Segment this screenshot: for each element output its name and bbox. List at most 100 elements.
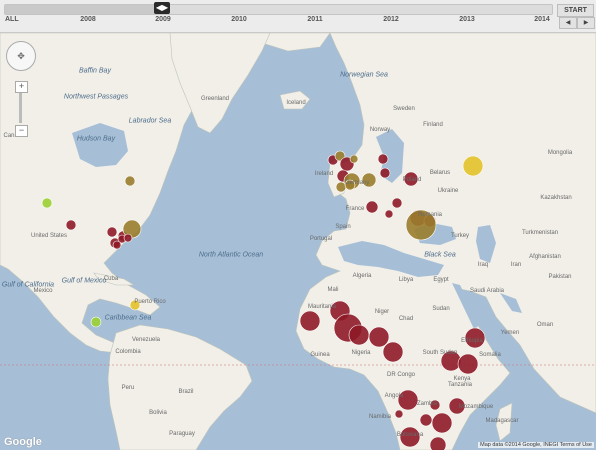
map-label: Paraguay xyxy=(169,431,195,437)
map-label: Finland xyxy=(423,122,443,128)
location-bubble[interactable] xyxy=(394,409,404,419)
location-bubble[interactable] xyxy=(349,154,359,164)
map-label: Sweden xyxy=(393,106,415,112)
map-label: Pakistan xyxy=(548,274,572,280)
map-label: Mongolia xyxy=(547,150,573,156)
timeline-slider-handle[interactable]: ◀▶ xyxy=(154,2,170,14)
year-2014-label[interactable]: 2014 xyxy=(534,16,550,23)
map-label: Gulf of California xyxy=(1,281,55,289)
location-bubble[interactable] xyxy=(299,310,321,332)
google-logo: Google xyxy=(4,436,42,448)
map-label: Somalia xyxy=(479,352,501,358)
location-bubble[interactable] xyxy=(457,353,479,375)
map-label: Germany xyxy=(344,180,370,186)
map-label: Greenland xyxy=(200,96,230,102)
map-label: Oman xyxy=(536,322,554,328)
map-label: Mali xyxy=(327,287,339,293)
map-label: Iran xyxy=(510,262,522,268)
location-bubble[interactable] xyxy=(65,219,77,231)
zoom-in-button[interactable]: + xyxy=(15,81,28,93)
map-attribution: Map data ©2014 Google, INEGI Terms of Us… xyxy=(478,442,594,448)
map-label: Brazil xyxy=(178,389,194,395)
map-label: Poland xyxy=(402,177,422,183)
map-label: Black Sea xyxy=(424,251,456,259)
map-label: Spain xyxy=(335,224,351,230)
location-bubble[interactable] xyxy=(391,197,403,209)
map-label: Labrador Sea xyxy=(128,117,172,125)
location-bubble[interactable] xyxy=(419,413,433,427)
map-label: Guinea xyxy=(310,352,330,358)
map-label: Peru xyxy=(121,385,135,391)
location-bubble[interactable] xyxy=(431,412,453,434)
map-label: Kazakhstan xyxy=(540,195,572,201)
location-bubble[interactable] xyxy=(124,175,136,187)
map-label: Egypt xyxy=(433,277,449,283)
map-label: Saudi Arabia xyxy=(469,288,505,294)
location-bubble[interactable] xyxy=(90,316,102,328)
map-label: Namibia xyxy=(368,414,392,420)
location-bubble[interactable] xyxy=(123,233,133,243)
year-2011-label[interactable]: 2011 xyxy=(307,16,322,23)
map-label: Ireland xyxy=(314,171,334,177)
map-label: Venezuela xyxy=(131,337,161,343)
map-label: Libya xyxy=(398,277,414,283)
timeline-bar: ◀▶ ALL 2008 2009 2010 2011 2012 2013 201… xyxy=(0,0,596,33)
location-bubble[interactable] xyxy=(377,153,389,165)
map-label: Algeria xyxy=(352,273,372,279)
map-label: Hudson Bay xyxy=(76,135,116,143)
location-bubble[interactable] xyxy=(382,341,404,363)
north-america-landmass xyxy=(0,33,331,354)
map-label: Angola xyxy=(384,393,404,399)
pan-control[interactable]: ✥ xyxy=(6,41,36,71)
map-label: Mozambique xyxy=(458,404,494,410)
map-label: Mexico xyxy=(33,288,53,294)
map-label: Madagascar xyxy=(485,418,519,424)
year-2008-label[interactable]: 2008 xyxy=(80,16,96,23)
previous-button[interactable]: ◀ xyxy=(559,17,577,29)
map-label: Zambia xyxy=(416,401,438,407)
map-label: Turkmenistan xyxy=(521,230,559,236)
map-label: Sudan xyxy=(432,306,450,312)
start-button[interactable]: START xyxy=(557,4,594,17)
location-bubble[interactable] xyxy=(348,324,370,346)
map-label: Northwest Passages xyxy=(63,93,129,101)
location-bubble[interactable] xyxy=(106,226,118,238)
map-label: Caribbean Sea xyxy=(104,314,152,322)
map-label: Norwegian Sea xyxy=(340,71,388,79)
map-label: Puerto Rico xyxy=(134,299,166,305)
year-2013-label[interactable]: 2013 xyxy=(459,16,475,23)
map-label: Norway xyxy=(369,127,391,133)
map-label: Belarus xyxy=(429,170,451,176)
location-bubble[interactable] xyxy=(112,240,122,250)
location-bubble[interactable] xyxy=(384,209,394,219)
world-map[interactable]: Greenland Iceland Norwegian Sea Norway Swede… xyxy=(0,33,596,450)
map-label: DR Congo xyxy=(386,372,416,378)
year-2012-label[interactable]: 2012 xyxy=(383,16,399,23)
map-label: Mauritania xyxy=(307,304,337,310)
map-label: Colombia xyxy=(115,349,141,355)
map-label: Afghanistan xyxy=(529,254,561,260)
year-2009-label[interactable]: 2009 xyxy=(155,16,171,23)
timeline-slider[interactable] xyxy=(4,4,553,15)
zoom-out-button[interactable]: − xyxy=(15,125,28,137)
timeline-slider-fill xyxy=(5,5,155,14)
map-label: North Atlantic Ocean xyxy=(198,251,264,259)
location-bubble[interactable] xyxy=(379,167,391,179)
location-bubble[interactable] xyxy=(429,436,447,450)
location-bubble[interactable] xyxy=(462,155,484,177)
map-label: Romania xyxy=(417,212,443,218)
all-years-button[interactable]: ALL xyxy=(5,16,19,23)
location-bubble[interactable] xyxy=(368,326,390,348)
map-label: Yemen xyxy=(500,330,520,336)
map-label: Nigeria xyxy=(351,350,371,356)
zoom-slider[interactable] xyxy=(19,93,22,123)
location-bubble[interactable] xyxy=(41,197,53,209)
year-2010-label[interactable]: 2010 xyxy=(231,16,247,23)
next-button[interactable]: ▶ xyxy=(577,17,595,29)
map-label: United States xyxy=(30,233,68,239)
map-label: Iceland xyxy=(286,100,306,106)
map-label: South Sudan xyxy=(422,350,458,356)
map-label: Cuba xyxy=(103,276,119,282)
map-label: Turkey xyxy=(450,233,470,239)
location-bubble[interactable] xyxy=(365,200,379,214)
